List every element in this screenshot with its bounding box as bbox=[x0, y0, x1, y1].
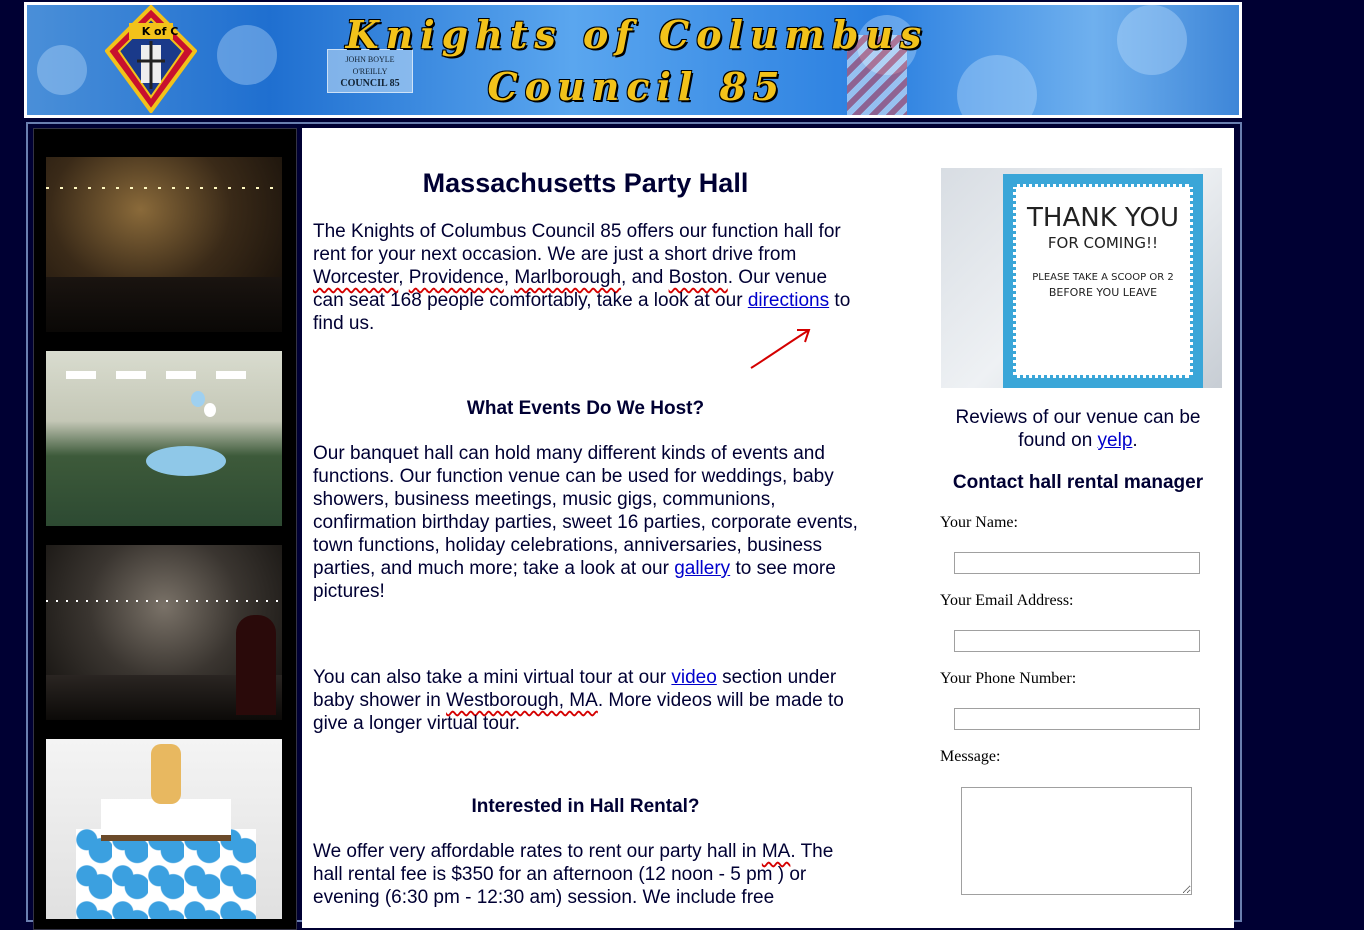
phone-label: Your Phone Number: bbox=[940, 670, 1077, 687]
hall-photo-party-lights[interactable] bbox=[46, 545, 282, 720]
reviews-text: Reviews of our venue can be found on yel… bbox=[940, 406, 1216, 452]
events-heading: What Events Do We Host? bbox=[466, 398, 705, 419]
city-worcester: Worcester bbox=[313, 267, 399, 288]
name-label: Your Name: bbox=[940, 514, 1018, 531]
intro-separator: , and bbox=[621, 267, 669, 288]
events-paragraph: Our banquet hall can hold many different… bbox=[313, 442, 858, 603]
photo-text-4: BEFORE YOU LEAVE bbox=[1048, 286, 1158, 299]
rental-text: We offer very affordable rates to rent o… bbox=[313, 841, 762, 862]
main-content: Massachusetts Party Hall The Knights of … bbox=[302, 128, 1234, 928]
intro-paragraph: The Knights of Columbus Council 85 offer… bbox=[313, 220, 858, 335]
rental-heading: Interested in Hall Rental? bbox=[471, 796, 700, 817]
message-textarea[interactable] bbox=[961, 787, 1192, 895]
place-westborough: Westborough, MA bbox=[446, 690, 598, 711]
photo-sidebar bbox=[33, 128, 297, 930]
rental-paragraph: We offer very affordable rates to rent o… bbox=[313, 840, 858, 909]
header-banner: K of C JOHN BOYLE O'REILLY COUNCIL 85 Kn… bbox=[24, 2, 1242, 118]
kofc-emblem-icon bbox=[105, 5, 197, 113]
phone-input[interactable] bbox=[954, 708, 1200, 730]
city-boston: Boston bbox=[668, 267, 728, 288]
annotation-arrow-icon bbox=[750, 329, 811, 369]
reviews-period: . bbox=[1132, 430, 1138, 451]
site-title: Knights of Columbus Council 85 bbox=[317, 9, 957, 113]
directions-link[interactable]: directions bbox=[748, 290, 829, 311]
email-label: Your Email Address: bbox=[940, 592, 1074, 609]
contact-title: Contact hall rental manager bbox=[952, 472, 1204, 493]
banner-background: K of C JOHN BOYLE O'REILLY COUNCIL 85 Kn… bbox=[27, 5, 1239, 115]
name-input[interactable] bbox=[954, 552, 1200, 574]
email-input[interactable] bbox=[954, 630, 1200, 652]
hall-photo-baby-shower[interactable] bbox=[46, 351, 282, 526]
thank-you-photo: THANK YOU FOR COMING!! PLEASE TAKE A SCO… bbox=[941, 168, 1222, 388]
city-marlborough: Marlborough bbox=[514, 267, 622, 288]
intro-text: The Knights of Columbus Council 85 offer… bbox=[313, 221, 841, 265]
photo-text-3: PLEASE TAKE A SCOOP OR 2 bbox=[1032, 272, 1174, 283]
message-label: Message: bbox=[940, 748, 1001, 765]
gallery-link[interactable]: gallery bbox=[674, 558, 730, 579]
photo-text-1: THANK YOU bbox=[1027, 203, 1179, 233]
city-providence: Providence bbox=[408, 267, 504, 288]
video-link[interactable]: video bbox=[671, 667, 716, 688]
hall-photo-party-dim[interactable] bbox=[46, 157, 282, 332]
reviews-label: Reviews of our venue can be found on bbox=[955, 407, 1201, 451]
hall-photo-cake[interactable] bbox=[46, 739, 282, 919]
tour-text: You can also take a mini virtual tour at… bbox=[313, 667, 672, 688]
intro-separator: , bbox=[398, 267, 409, 288]
yelp-link[interactable]: yelp bbox=[1098, 430, 1133, 451]
site-title-line-1: Knights of Columbus bbox=[345, 12, 929, 57]
intro-separator: , bbox=[503, 267, 515, 288]
tour-paragraph: You can also take a mini virtual tour at… bbox=[313, 666, 858, 735]
page-title: Massachusetts Party Hall bbox=[422, 168, 749, 198]
state-ma: MA bbox=[761, 841, 791, 862]
site-title-line-2: Council 85 bbox=[487, 64, 787, 109]
logo-text: K of C bbox=[141, 25, 179, 38]
photo-text-2: FOR COMING!! bbox=[1047, 234, 1159, 252]
